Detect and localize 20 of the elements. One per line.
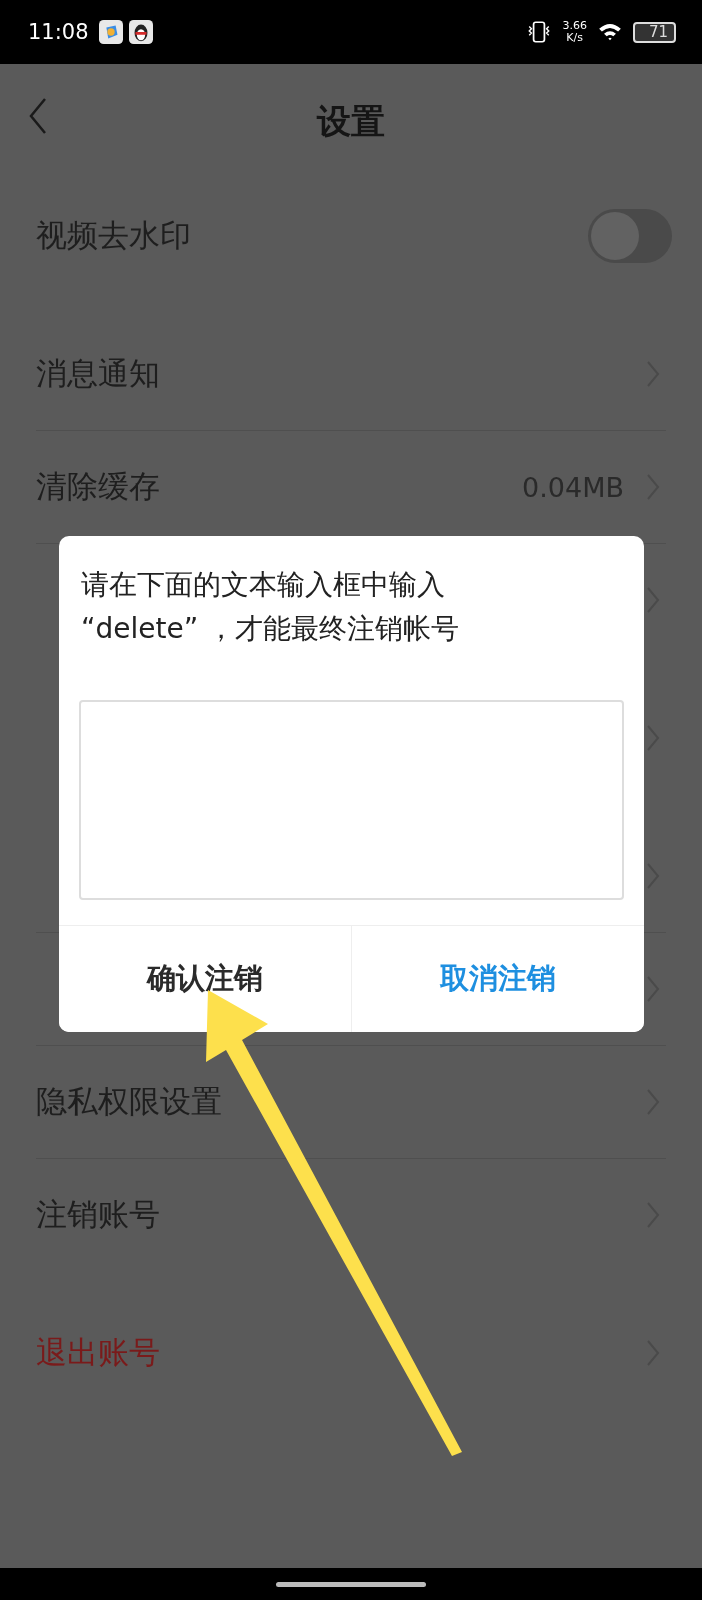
speed-unit: K/s: [566, 32, 583, 44]
setting-label[interactable]: 退出账号: [36, 1332, 160, 1374]
toggle-switch[interactable]: [588, 209, 672, 263]
dialog-button[interactable]: 取消注销: [351, 926, 644, 1032]
setting-label[interactable]: 消息通知: [36, 353, 160, 395]
page-title: 设置: [317, 100, 385, 143]
status-time: 11:08: [28, 20, 89, 44]
setting-label[interactable]: 隐私权限设置: [36, 1081, 222, 1123]
dialog-message: 请在下面的文本输入框中输入: [81, 567, 446, 603]
home-indicator[interactable]: [276, 1581, 426, 1587]
app-icon: [98, 20, 123, 44]
battery-icon: 71: [632, 21, 676, 43]
penguin-app-icon: [128, 20, 153, 44]
setting-label[interactable]: 视频去水印: [36, 215, 191, 257]
setting-label[interactable]: 注销账号: [36, 1194, 160, 1236]
network-speed: 3.66: [562, 20, 587, 32]
back-icon[interactable]: [28, 96, 48, 136]
dialog-message: “delete” ，才能最终注销帐号: [81, 611, 461, 647]
setting-label[interactable]: 清除缓存: [36, 466, 160, 508]
text-input-field[interactable]: [79, 700, 624, 900]
